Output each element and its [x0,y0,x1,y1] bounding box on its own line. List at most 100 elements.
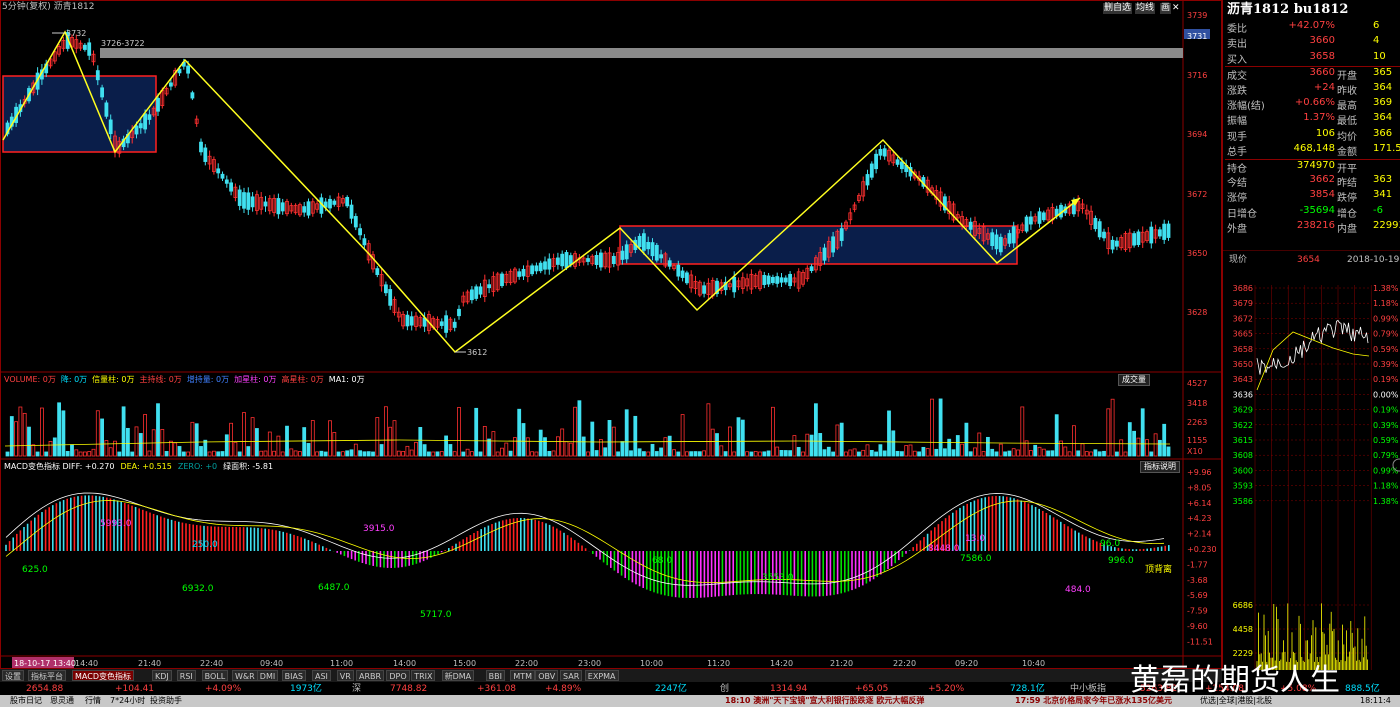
ticker-item[interactable]: 7*24小时 [110,695,145,707]
indicator-tab[interactable]: ASI [312,670,331,681]
draw-button[interactable]: 画 [1160,3,1172,14]
quote-value-2: 364 [1373,81,1393,93]
close-icon[interactable]: ✕ [1172,3,1180,14]
candle [1102,231,1106,239]
candle [83,44,87,50]
ticker-item[interactable]: 行情 [85,695,101,707]
price-label: 3694 [1187,130,1207,139]
volume-bar [409,449,414,457]
candle [831,236,835,253]
range-label: 3726-3722 [101,39,145,48]
candle [104,102,109,117]
kline-chart[interactable]: 3739 3731 3716 3694 3672 3650 3628 3732 3726-372… [0,0,1222,707]
candle [500,273,504,287]
indicator-tab[interactable]: BOLL [201,670,229,681]
volume-bar [431,451,436,457]
indicator-tab[interactable]: OBV [535,670,559,681]
indicator-tab[interactable]: 指标平台 [28,670,66,681]
indicator-tab[interactable]: MACD变色指标 [72,670,134,681]
time-label: 09:20 [955,659,978,668]
indicator-tab[interactable]: 设置 [2,670,24,681]
indicator-tab[interactable]: TRIX [411,670,436,681]
macd-axis-label: +0.230 [1187,545,1217,554]
candle [87,42,92,56]
indicator-tab[interactable]: SAR [560,670,583,681]
indicator-tab[interactable]: MTM [510,670,536,681]
mini-axis-left: 4458 [1233,625,1253,634]
time-label: 10:40 [1022,659,1045,668]
quote-value: 1.37% [1303,112,1335,124]
price-label: 3731 [1187,32,1207,41]
volume-bar [104,440,109,457]
candle [1149,226,1154,244]
indicator-help-button[interactable]: 指标说明 [1140,461,1180,473]
index-value: 创 [720,684,730,694]
macd-axis-label: -7.59 [1187,607,1208,616]
volume-bar [715,433,719,457]
volume-bar [934,448,939,457]
delete-favorite-button[interactable]: 删自选 [1103,3,1133,14]
time-label: 11:20 [707,659,730,668]
volume-bar [955,435,960,457]
volume-bar [857,451,861,457]
indicator-tab[interactable]: DMI [256,670,279,681]
candle [1115,240,1119,247]
indicator-tab[interactable]: VR [336,670,354,681]
volume-bar [973,447,977,457]
frame [0,0,1222,669]
indicator-tab[interactable]: BBI [485,670,505,681]
indicator-tab[interactable]: DPO [386,670,410,681]
intraday-mini-chart[interactable]: 3686 3679 3672 3665 3658 3650 3643 3636 3629 3622… [1222,250,1400,670]
candle [452,321,457,328]
indicator-tab[interactable]: BIAS [281,670,306,681]
volume-bar [190,421,195,457]
volume-legend-item: 降: 0万 [60,375,88,384]
candle [990,232,995,247]
candle [388,289,393,306]
volume-bar [706,403,711,457]
indicator-tab[interactable]: KDJ [152,670,172,681]
volume-bar [556,436,560,457]
volume-bar [771,406,775,457]
candle [143,113,148,130]
time-label: 11:00 [330,659,353,668]
candle [642,233,646,251]
volume-bar [865,444,870,457]
volume-bar [1050,450,1055,457]
volume-bar [616,451,620,457]
quote-label: 日增仓 [1227,208,1257,220]
candle [186,65,191,74]
indicator-tab[interactable]: 新DMA [441,670,475,681]
macd-value-label: 5993.0 [100,519,132,529]
volume-bar [465,448,470,457]
volume-bar [229,422,234,457]
volume-bar [40,407,44,457]
watermark: 黄磊的期货人生 [1130,663,1340,698]
quote-label-2: 开盘 [1337,71,1357,83]
volume-bar [878,444,883,457]
indicator-tab[interactable]: EXPMA [584,670,619,681]
volume-selector-button[interactable]: 成交量 [1118,374,1150,386]
indicator-tab[interactable]: ARBR [356,670,385,681]
indicator-tab[interactable]: RSI [176,670,196,681]
ticker-item[interactable]: 恩灵通 [50,695,74,707]
ticker-item[interactable]: 投资助手 [150,695,182,707]
volume-bar [1003,451,1007,457]
indicator-tab[interactable]: W&R [232,670,258,681]
ticker-item[interactable]: 股市日记 [10,695,42,707]
macd-value-label: 996.0 [1108,556,1134,566]
ticker-item[interactable]: 18:10 澳洲"天下宝镜"宣大利银行股跌逐 欧元大幅反弹 [725,695,924,707]
volume-bar [44,451,49,457]
volume-bar [642,451,646,457]
ticker-item[interactable]: 18:11:4 [1360,695,1391,707]
macd-axis-label: -1.77 [1187,560,1208,569]
volume-bar [422,444,427,457]
time-label: 09:40 [260,659,283,668]
volume-bar [573,406,577,457]
quote-row: 现手 106 均价 366 [1225,128,1400,143]
volume-bar [52,437,57,457]
mini-axis-left: 6686 [1233,601,1253,610]
volume-bar [1046,450,1050,457]
ma-button[interactable]: 均线 [1135,3,1156,14]
quote-value: 238216 [1296,220,1335,232]
